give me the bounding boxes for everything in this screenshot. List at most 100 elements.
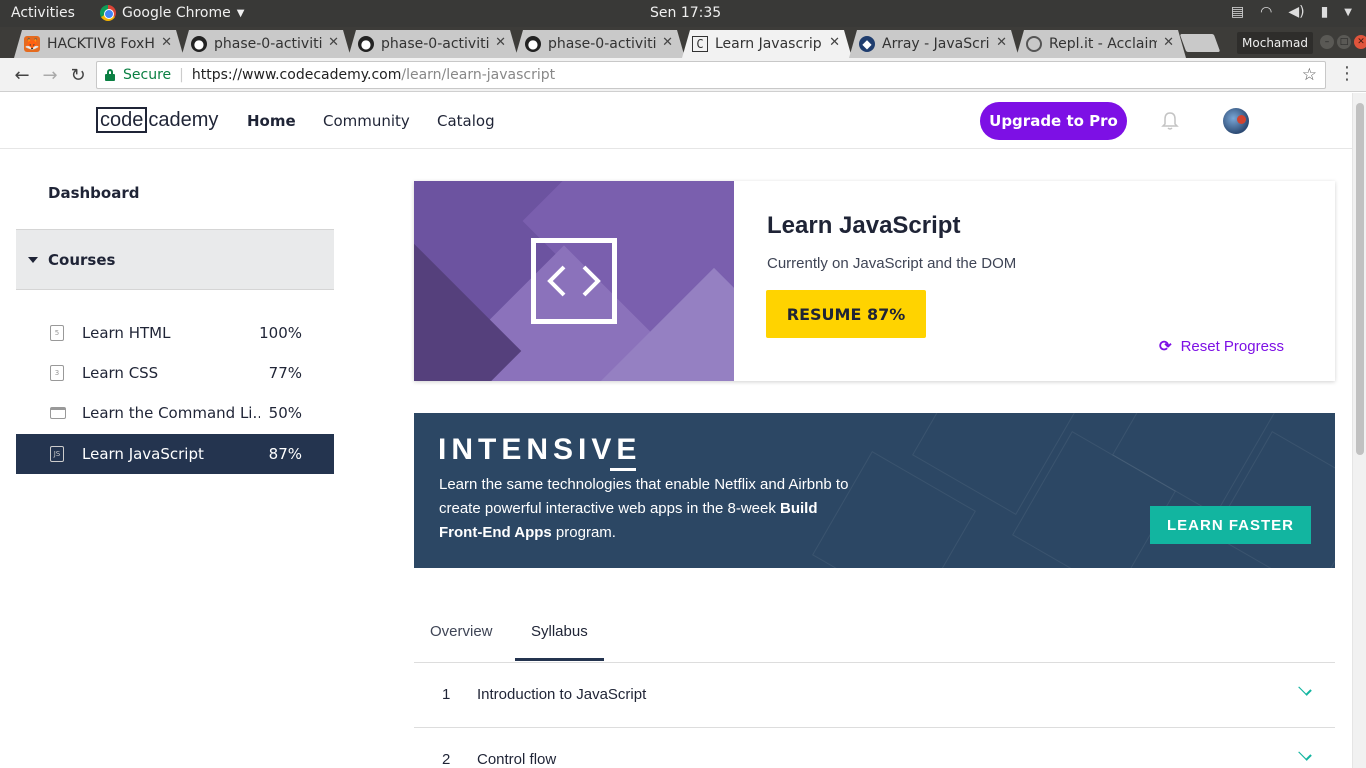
html-icon: 5 bbox=[50, 325, 64, 341]
reload-icon[interactable]: ↻ bbox=[66, 63, 90, 87]
sidebar-course-javascript[interactable]: JS Learn JavaScript 87% bbox=[16, 434, 334, 474]
browser-tab[interactable]: ● phase-0-activitie ✕ bbox=[181, 30, 351, 58]
lock-icon[interactable] bbox=[105, 69, 115, 81]
tab-overview[interactable]: Overview bbox=[430, 623, 493, 658]
bell-icon[interactable] bbox=[1161, 111, 1179, 131]
reset-progress-link[interactable]: ⟳ Reset Progress bbox=[1159, 337, 1284, 356]
nav-home[interactable]: Home bbox=[247, 112, 296, 130]
close-icon[interactable]: ✕ bbox=[1163, 35, 1174, 50]
intensive-title: INTENSIVE bbox=[438, 433, 642, 466]
wifi-icon[interactable]: ◠ bbox=[1260, 4, 1272, 20]
app-menu[interactable]: Google Chrome ▼ bbox=[100, 5, 244, 21]
syllabus-title: Introduction to JavaScript bbox=[477, 686, 647, 703]
logo-code: code bbox=[96, 107, 148, 133]
chrome-icon bbox=[100, 5, 116, 21]
maximize-icon[interactable]: □ bbox=[1337, 35, 1351, 49]
back-arrow-icon[interactable]: ← bbox=[10, 63, 34, 87]
course-progress: 100% bbox=[259, 324, 302, 342]
address-bar[interactable]: Secure | https://www.codecademy.com/lear… bbox=[96, 61, 1326, 89]
sidebar-courses-label: Courses bbox=[48, 250, 116, 269]
course-tabs: Overview Syllabus bbox=[414, 607, 1335, 663]
github-icon: ● bbox=[358, 36, 374, 52]
sidebar-dashboard-link[interactable]: Dashboard bbox=[48, 184, 139, 202]
terminal-icon bbox=[50, 407, 66, 419]
browser-tab[interactable]: Repl.it - Acclaim ✕ bbox=[1016, 30, 1186, 58]
minimize-icon[interactable]: – bbox=[1320, 35, 1334, 49]
tab-strip: 🦊 HACKTIV8 FoxH ✕ ● phase-0-activitie ✕ … bbox=[0, 27, 1366, 58]
course-name: Learn JavaScript bbox=[82, 445, 204, 463]
close-icon[interactable]: ✕ bbox=[996, 35, 1007, 50]
learn-faster-button[interactable]: LEARN FASTER bbox=[1150, 506, 1311, 544]
site-header: code cademy Home Community Catalog Upgrad… bbox=[0, 93, 1352, 149]
upgrade-to-pro-button[interactable]: Upgrade to Pro bbox=[980, 102, 1127, 140]
course-name: Learn the Command Li... bbox=[82, 404, 260, 422]
codecademy-icon: C bbox=[692, 36, 708, 52]
browser-tab[interactable]: 🦊 HACKTIV8 FoxH ✕ bbox=[14, 30, 184, 58]
window-controls: – □ ✕ bbox=[1320, 35, 1366, 49]
js-icon: JS bbox=[50, 446, 64, 462]
sidebar-course-css[interactable]: 3 Learn CSS 77% bbox=[16, 353, 334, 393]
tab-title: Learn Javascrip bbox=[715, 36, 822, 52]
new-tab-button[interactable] bbox=[1179, 34, 1221, 52]
close-icon[interactable]: ✕ bbox=[829, 35, 840, 50]
resume-button[interactable]: RESUME 87% bbox=[766, 290, 926, 338]
close-window-icon[interactable]: ✕ bbox=[1354, 35, 1366, 49]
syllabus-item[interactable]: 2 Control flow bbox=[414, 728, 1335, 768]
chevron-down-icon[interactable]: ▼ bbox=[1344, 4, 1352, 20]
course-progress: 77% bbox=[268, 364, 302, 382]
course-progress: 87% bbox=[268, 445, 302, 463]
intensive-banner: INTENSIVE Learn the same technologies th… bbox=[414, 413, 1335, 568]
course-progress: 50% bbox=[268, 404, 302, 422]
forward-arrow-icon[interactable]: → bbox=[38, 63, 62, 87]
page-scrollbar[interactable] bbox=[1352, 93, 1366, 768]
browser-tab[interactable]: ◆ Array - JavaScrip ✕ bbox=[849, 30, 1019, 58]
tab-title: phase-0-activitie bbox=[381, 36, 489, 52]
reset-progress-label: Reset Progress bbox=[1180, 337, 1284, 355]
profile-button[interactable]: Mochamad bbox=[1237, 32, 1313, 54]
browser-tab[interactable]: ● phase-0-activitie ✕ bbox=[515, 30, 685, 58]
system-tray[interactable]: ▤ ◠ ◀) ▮ ▼ bbox=[1231, 4, 1352, 20]
close-icon[interactable]: ✕ bbox=[662, 35, 673, 50]
scrollbar-thumb[interactable] bbox=[1356, 103, 1364, 455]
codecademy-logo[interactable]: code cademy bbox=[96, 107, 218, 133]
intensive-text-end: program. bbox=[551, 524, 616, 541]
course-title: Learn JavaScript bbox=[767, 212, 961, 239]
url-path: /learn/learn-javascript bbox=[401, 67, 556, 83]
close-icon[interactable]: ✕ bbox=[328, 35, 339, 50]
close-icon[interactable]: ✕ bbox=[161, 35, 172, 50]
tab-title: HACKTIV8 FoxH bbox=[47, 36, 155, 52]
volume-icon[interactable]: ◀) bbox=[1288, 4, 1304, 20]
chevron-down-icon[interactable] bbox=[1298, 682, 1312, 696]
more-menu-icon[interactable]: ⋮ bbox=[1338, 63, 1356, 84]
avatar[interactable] bbox=[1223, 108, 1249, 134]
chevron-down-icon[interactable] bbox=[1298, 747, 1312, 761]
refresh-icon: ⟳ bbox=[1159, 338, 1172, 355]
logo-academy: cademy bbox=[148, 108, 219, 131]
github-icon: ● bbox=[191, 36, 207, 52]
sidebar-course-html[interactable]: 5 Learn HTML 100% bbox=[16, 313, 334, 353]
secure-label: Secure bbox=[123, 67, 172, 83]
url-domain: https://www.codecademy.com bbox=[191, 67, 402, 83]
tab-title: phase-0-activitie bbox=[548, 36, 656, 52]
battery-icon[interactable]: ▮ bbox=[1321, 4, 1329, 20]
activities-button[interactable]: Activities bbox=[11, 5, 75, 21]
syllabus-number: 1 bbox=[442, 686, 451, 703]
tab-syllabus[interactable]: Syllabus bbox=[515, 623, 604, 661]
bookmark-star-icon[interactable]: ☆ bbox=[1302, 65, 1317, 85]
sidebar-course-command-line[interactable]: Learn the Command Li... 50% bbox=[16, 393, 334, 433]
course-name: Learn CSS bbox=[82, 364, 159, 382]
nav-catalog[interactable]: Catalog bbox=[437, 112, 495, 130]
clock[interactable]: Sen 17:35 bbox=[650, 5, 721, 21]
browser-toolbar: ← → ↻ Secure | https://www.codecademy.co… bbox=[0, 58, 1366, 92]
syllabus-item[interactable]: 1 Introduction to JavaScript bbox=[414, 663, 1335, 728]
syllabus-number: 2 bbox=[442, 751, 451, 768]
code-brackets-icon bbox=[531, 238, 617, 324]
browser-tab[interactable]: ● phase-0-activitie ✕ bbox=[348, 30, 518, 58]
keyboard-icon[interactable]: ▤ bbox=[1231, 4, 1244, 20]
chevron-down-icon: ▼ bbox=[236, 7, 245, 19]
intensive-description: Learn the same technologies that enable … bbox=[439, 473, 849, 545]
close-icon[interactable]: ✕ bbox=[495, 35, 506, 50]
sidebar-courses-toggle[interactable]: Courses bbox=[16, 229, 334, 290]
browser-tab-active[interactable]: C Learn Javascrip ✕ bbox=[682, 30, 852, 58]
nav-community[interactable]: Community bbox=[323, 112, 410, 130]
